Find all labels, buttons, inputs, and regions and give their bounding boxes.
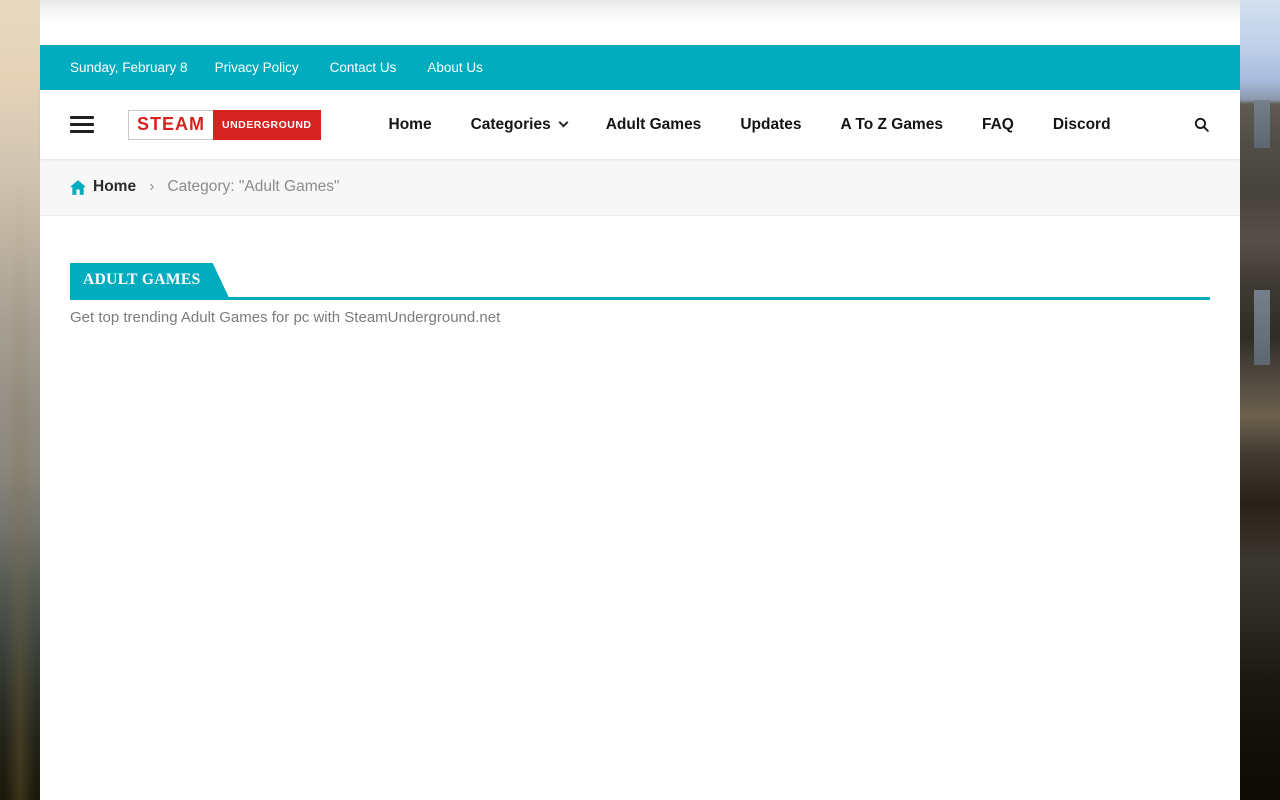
nav-item-a-to-z-games[interactable]: A To Z Games (840, 116, 943, 134)
topbar: Sunday, February 8 Privacy Policy Contac… (40, 45, 1240, 90)
home-icon (70, 180, 86, 195)
nav-item-updates[interactable]: Updates (740, 116, 801, 134)
nav-item-label: A To Z Games (840, 116, 943, 134)
nav-item-home[interactable]: Home (389, 116, 432, 134)
hamburger-menu-icon[interactable] (70, 112, 94, 137)
section-header: ADULT GAMES (70, 263, 1210, 300)
section-title-ribbon: ADULT GAMES (70, 263, 229, 297)
breadcrumb-separator: › (149, 178, 154, 196)
logo-text-steam: STEAM (128, 110, 213, 140)
current-date: Sunday, February 8 (70, 60, 188, 75)
page-wrapper: Sunday, February 8 Privacy Policy Contac… (40, 0, 1240, 800)
nav-item-discord[interactable]: Discord (1053, 116, 1111, 134)
nav-item-label: FAQ (982, 116, 1014, 134)
nav-item-label: Adult Games (606, 116, 702, 134)
nav-item-faq[interactable]: FAQ (982, 116, 1014, 134)
topbar-link-contact-us[interactable]: Contact Us (330, 60, 397, 75)
breadcrumb-current: Category: "Adult Games" (167, 178, 339, 196)
nav-menu: Home Categories Adult Games Updates A To… (389, 116, 1111, 134)
nav-item-label: Categories (471, 116, 551, 134)
topbar-link-privacy-policy[interactable]: Privacy Policy (215, 60, 299, 75)
top-spacer (40, 0, 1240, 45)
breadcrumb-home-link[interactable]: Home (70, 178, 136, 196)
logo-text-underground: UNDERGROUND (213, 110, 321, 140)
nav-item-label: Discord (1053, 116, 1111, 134)
site-logo[interactable]: STEAM UNDERGROUND (128, 110, 321, 140)
main-navbar: STEAM UNDERGROUND Home Categories Adult … (40, 90, 1240, 159)
breadcrumb: Home › Category: "Adult Games" (40, 159, 1240, 216)
nav-item-categories[interactable]: Categories (471, 116, 567, 134)
background-art-right (1240, 0, 1280, 800)
topbar-link-about-us[interactable]: About Us (427, 60, 483, 75)
background-art-left (0, 0, 40, 800)
nav-item-label: Home (389, 116, 432, 134)
nav-item-adult-games[interactable]: Adult Games (606, 116, 702, 134)
main-content: ADULT GAMES Get top trending Adult Games… (40, 216, 1240, 386)
section-description: Get top trending Adult Games for pc with… (70, 309, 1210, 326)
nav-item-label: Updates (740, 116, 801, 134)
breadcrumb-home-label: Home (93, 178, 136, 196)
chevron-down-icon (558, 118, 568, 128)
search-icon[interactable] (1193, 116, 1210, 133)
